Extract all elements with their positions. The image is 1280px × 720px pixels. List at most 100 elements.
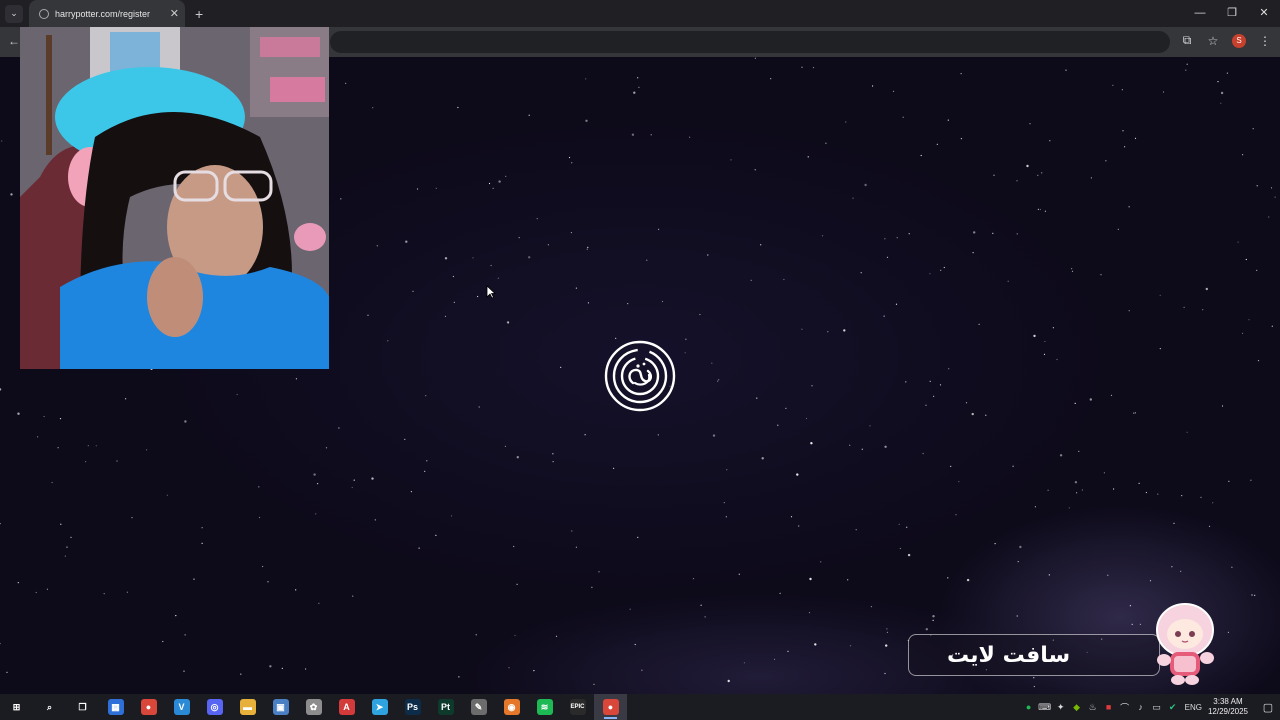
steam-icon[interactable]: ♨ (1085, 702, 1101, 713)
taskbar-app-app[interactable]: ✿ (297, 694, 330, 720)
star (783, 278, 785, 281)
tab-active[interactable]: harrypotter.com/register ✕ (29, 0, 185, 27)
star (1250, 479, 1252, 481)
taskbar-app-substance-painter[interactable]: Pt (429, 694, 462, 720)
taskbar-app-photoshop[interactable]: Ps (396, 694, 429, 720)
taskbar-app-task-view[interactable]: ❐ (66, 694, 99, 720)
star (1090, 177, 1092, 179)
nvidia-icon[interactable]: ◆ (1069, 702, 1085, 713)
taskbar-app-blender[interactable]: ◉ (495, 694, 528, 720)
taskbar-app-brush-app[interactable]: ✎ (462, 694, 495, 720)
star (1037, 174, 1039, 176)
star (1200, 496, 1202, 498)
star (1037, 208, 1039, 210)
tab-title: harrypotter.com/register (55, 8, 151, 19)
star (426, 460, 428, 462)
star (1202, 309, 1204, 311)
star (798, 525, 800, 527)
star-icon[interactable]: ☆ (1206, 34, 1220, 48)
star (661, 300, 664, 303)
taskbar-app-start[interactable]: ⊞ (0, 694, 33, 720)
star (939, 384, 942, 386)
taskbar-app-image-app[interactable]: ▣ (264, 694, 297, 720)
restore-button[interactable]: ❐ (1216, 0, 1248, 27)
taskbar-app-adobe[interactable]: A (330, 694, 363, 720)
star (1016, 615, 1018, 617)
chevron-down-icon: ⌄ (10, 8, 18, 18)
star (920, 154, 922, 157)
volume-icon[interactable]: ♪ (1133, 702, 1149, 712)
battery-icon[interactable]: ▭ (1149, 702, 1165, 713)
record-icon[interactable]: ■ (1101, 702, 1117, 712)
security-icon[interactable]: ✔ (1165, 702, 1181, 713)
star (936, 143, 938, 145)
close-window-button[interactable]: ✕ (1248, 0, 1280, 27)
star (1044, 210, 1046, 212)
star (269, 665, 272, 668)
star (1, 140, 3, 142)
star (940, 269, 942, 271)
star (1122, 130, 1124, 132)
taskbar-app-store[interactable]: ▦ (99, 694, 132, 720)
taskbar-app-chrome-active[interactable]: ● (594, 694, 627, 720)
tab-search-button[interactable]: ⌄ (5, 4, 23, 23)
clock[interactable]: 3:38 AM 12/29/2025 (1208, 697, 1248, 717)
star (452, 275, 454, 278)
cast-icon[interactable]: ⧉ (1180, 33, 1194, 48)
star (116, 460, 118, 462)
star (498, 180, 501, 183)
star (950, 465, 952, 467)
star (51, 481, 53, 484)
taskbar-app-file-explorer[interactable]: ▬ (231, 694, 264, 720)
minimize-button[interactable]: — (1184, 0, 1216, 27)
taskbar-app-chrome[interactable]: ● (132, 694, 165, 720)
bluetooth-icon[interactable]: ✦ (1053, 702, 1069, 713)
profile-avatar[interactable]: S (1232, 33, 1246, 48)
star (125, 398, 127, 400)
star (425, 395, 427, 397)
star (808, 612, 811, 614)
back-button[interactable]: ← (8, 34, 20, 48)
language-indicator[interactable]: ENG (1185, 703, 1202, 712)
tab-close-icon[interactable]: ✕ (170, 7, 179, 20)
notification-icon[interactable]: ▢ (1256, 701, 1280, 714)
star (504, 445, 506, 447)
star (1065, 69, 1067, 71)
keyboard-icon[interactable]: ⌨ (1037, 702, 1053, 713)
star (1131, 623, 1133, 625)
star (1071, 268, 1073, 270)
star (906, 526, 908, 528)
star (571, 162, 573, 164)
kebab-menu-icon[interactable]: ⋮ (1258, 34, 1272, 48)
star (295, 378, 297, 380)
wifi-icon[interactable]: ⌒ (1117, 701, 1133, 714)
star (631, 133, 635, 136)
star (827, 331, 829, 333)
star (787, 650, 789, 653)
taskbar-app-discord[interactable]: ◎ (198, 694, 231, 720)
star (240, 673, 242, 675)
star (0, 523, 1, 525)
taskbar-app-telegram[interactable]: ➤ (363, 694, 396, 720)
star (730, 159, 732, 161)
star (711, 362, 713, 364)
taskbar-app-epic-games[interactable]: EPIC (561, 694, 594, 720)
address-bar[interactable] (330, 31, 1170, 53)
taskbar-app-search[interactable]: ⌕ (33, 694, 66, 720)
star (613, 467, 615, 469)
star (1217, 81, 1219, 83)
new-tab-button[interactable]: + (195, 6, 203, 22)
star (883, 315, 885, 317)
star (1251, 594, 1253, 596)
taskbar-app-vector-app[interactable]: V (165, 694, 198, 720)
star (684, 352, 686, 354)
star (458, 676, 460, 678)
star (1159, 348, 1161, 350)
star (1271, 325, 1273, 327)
star (1242, 154, 1244, 156)
star (860, 272, 862, 274)
star (508, 667, 510, 669)
star (750, 279, 752, 281)
taskbar-app-spotify[interactable]: ≋ (528, 694, 561, 720)
spotify-tray-icon[interactable]: ● (1021, 702, 1037, 712)
